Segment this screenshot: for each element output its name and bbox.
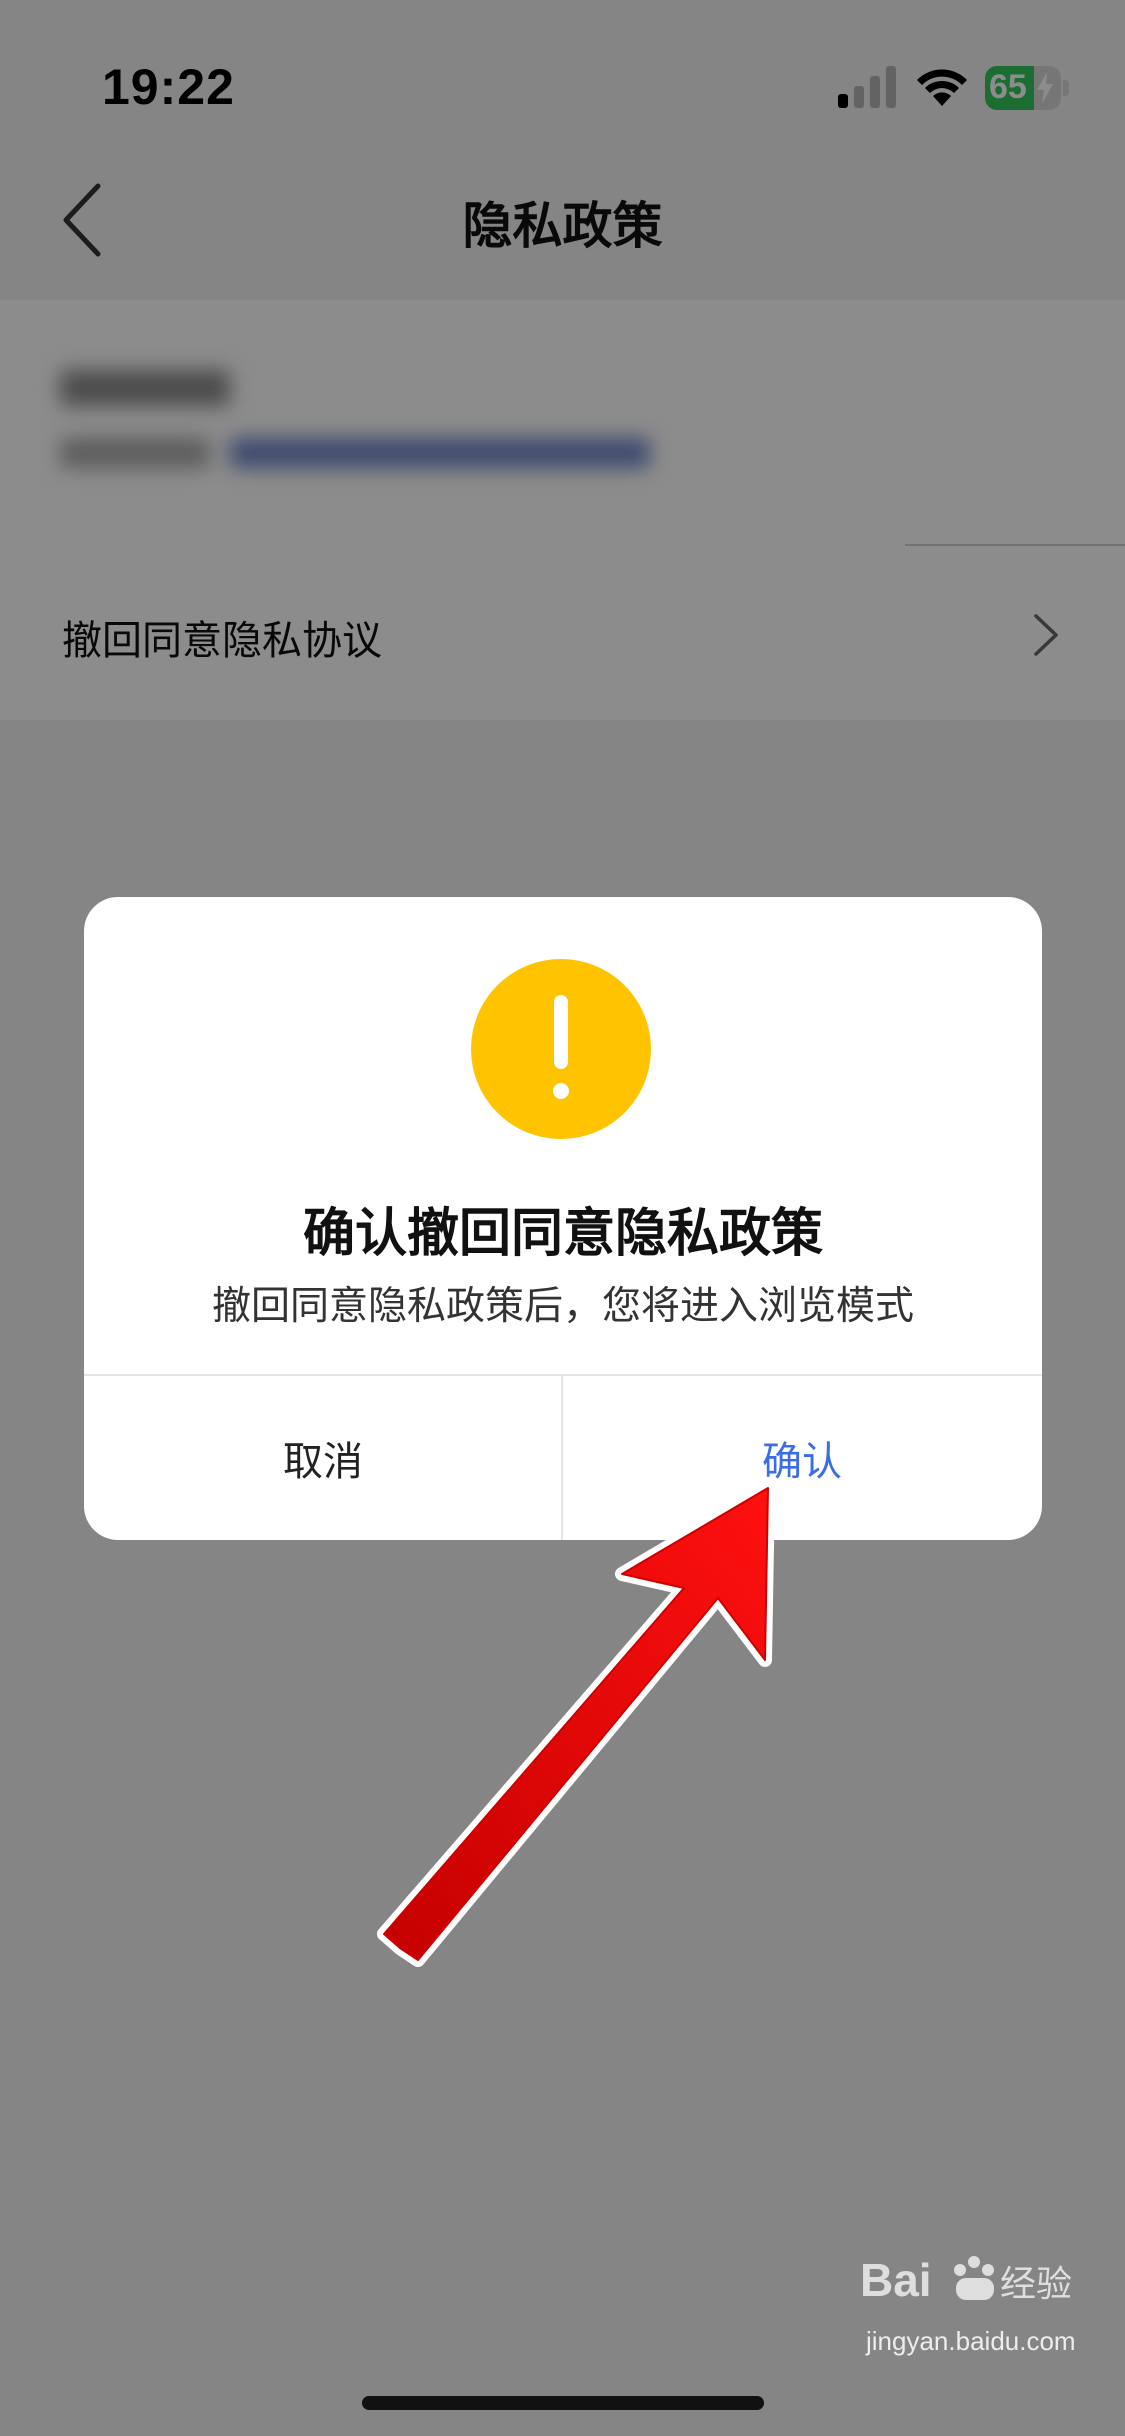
svg-text:经验: 经验 — [1000, 2264, 1072, 2305]
home-indicator[interactable] — [362, 2396, 764, 2410]
dialog-message: 撤回同意隐私政策后，您将进入浏览模式 — [211, 1284, 914, 1329]
warning-exclamation-icon — [471, 959, 651, 1139]
watermark-url: jingyan.baidu.com — [866, 2326, 1076, 2356]
cancel-button[interactable]: 取消 — [84, 1376, 562, 1540]
confirm-dialog: 确认撤回同意隐私政策 撤回同意隐私政策后，您将进入浏览模式 取消 确认 — [84, 897, 1042, 1540]
svg-text:Bai: Bai — [860, 2254, 932, 2306]
baidu-jingyan-logo: Bai 经验 — [860, 2254, 1072, 2306]
confirm-button[interactable]: 确认 — [563, 1376, 1041, 1540]
dialog-title: 确认撤回同意隐私政策 — [302, 1204, 823, 1264]
